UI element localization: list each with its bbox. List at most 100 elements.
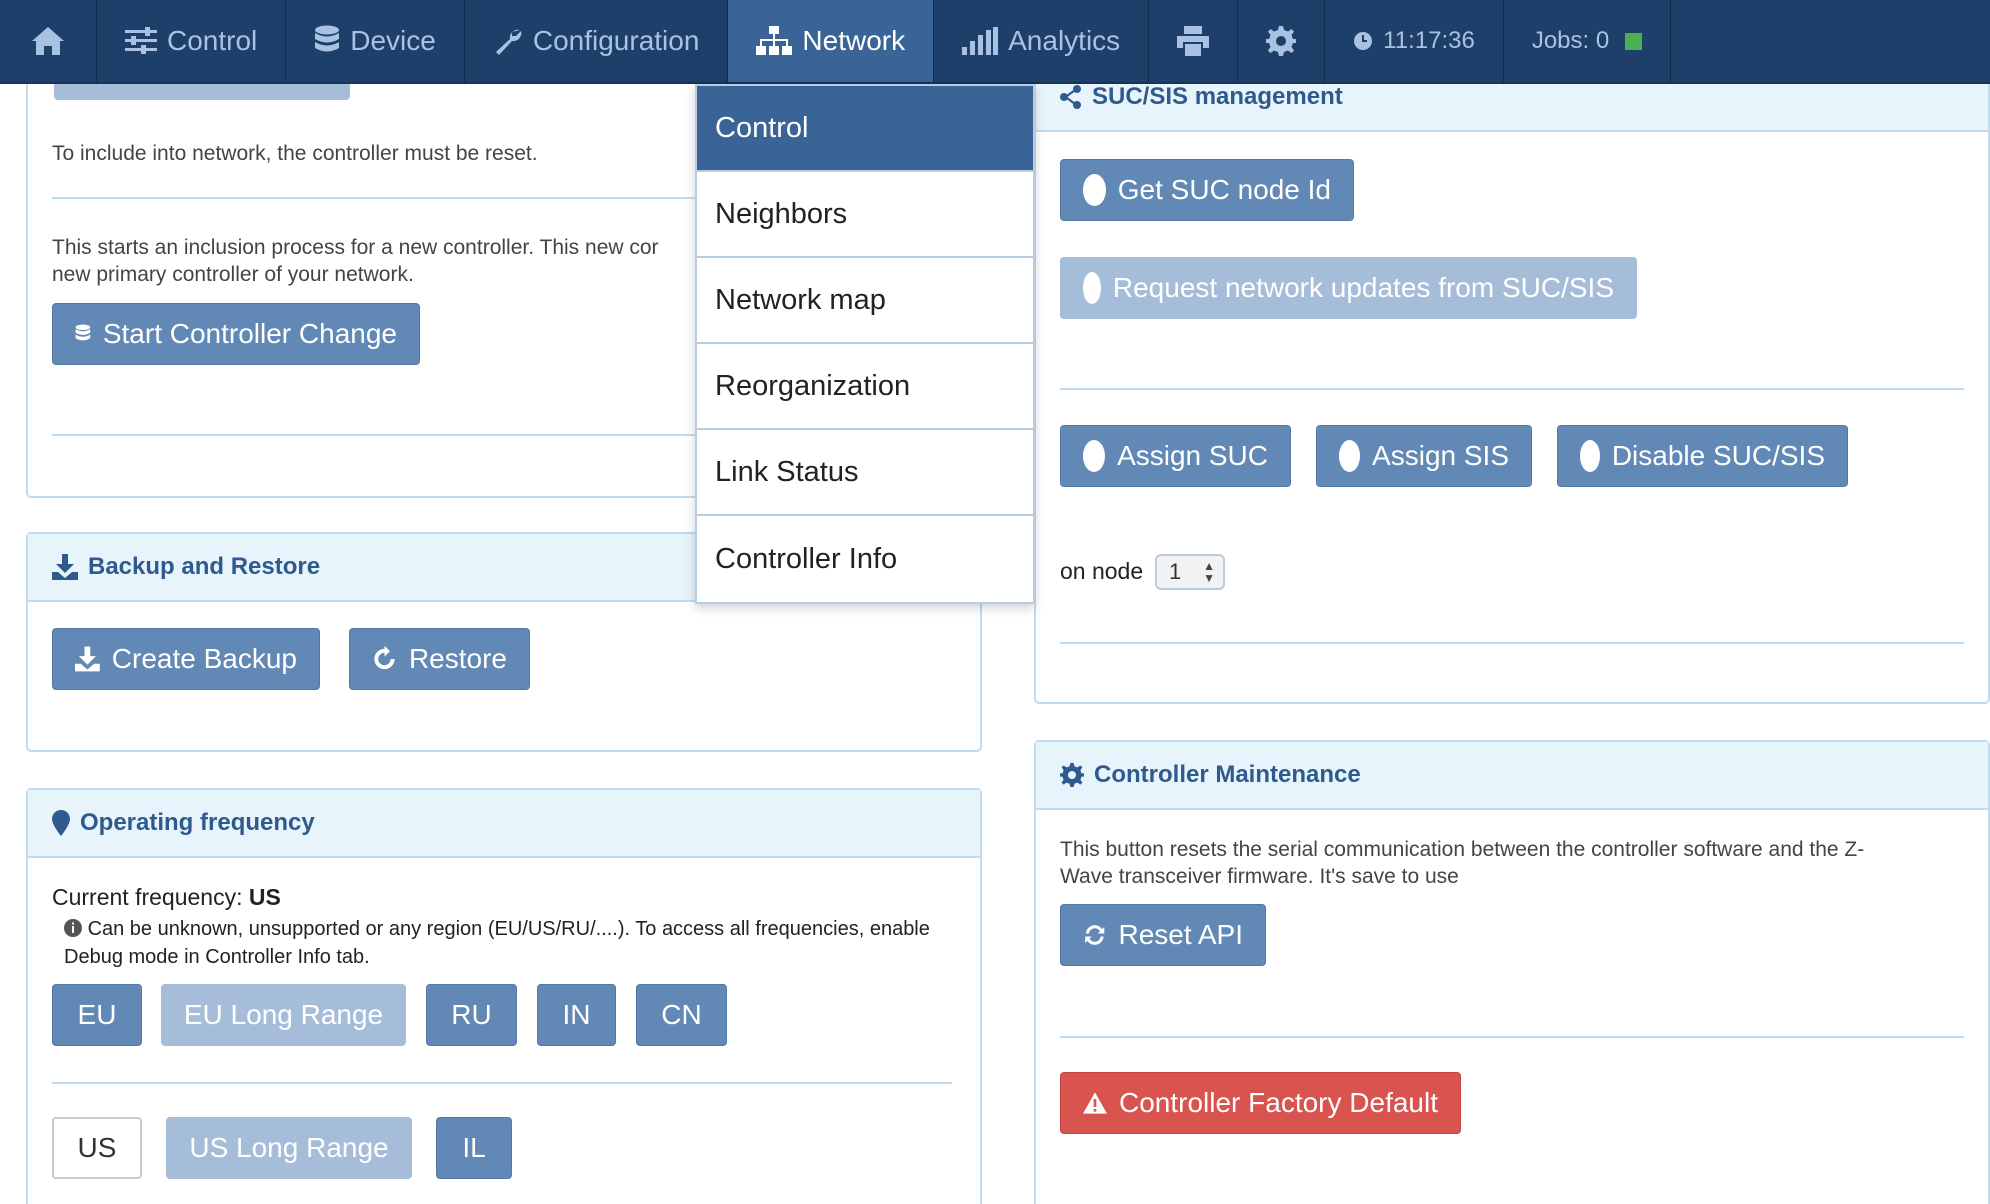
freq-us-button[interactable]: US <box>52 1117 142 1179</box>
start-controller-change-label: Start Controller Change <box>102 318 397 349</box>
nav-analytics-label: Analytics <box>1008 25 1121 56</box>
assign-sis-button[interactable]: Assign SIS <box>1316 425 1532 487</box>
circle-icon <box>1083 272 1101 304</box>
frequency-note-line2: Debug mode in Controller Info tab. <box>64 946 370 968</box>
network-dropdown-menu: Control Neighbors Network map Reorganiza… <box>695 84 1035 604</box>
divider <box>1060 1036 1964 1038</box>
divider <box>1060 388 1964 390</box>
nav-analytics[interactable]: Analytics <box>934 0 1150 82</box>
request-network-updates-button[interactable]: Request network updates from SUC/SIS <box>1060 257 1637 319</box>
restore-label: Restore <box>408 643 507 674</box>
maintenance-text-line1: This button resets the serial communicat… <box>1060 838 1865 861</box>
current-frequency: Current frequency: US <box>52 884 281 911</box>
download-icon <box>52 554 78 580</box>
current-frequency-value: US <box>248 884 281 910</box>
dropdown-item-link-status[interactable]: Link Status <box>697 430 1033 516</box>
node-select[interactable]: 1 ▲ ▼ <box>1155 554 1225 590</box>
nav-settings[interactable] <box>1238 0 1326 82</box>
freq-in-button[interactable]: IN <box>537 984 616 1046</box>
disable-suc-sis-label: Disable SUC/SIS <box>1611 440 1825 471</box>
get-suc-node-id-label: Get SUC node Id <box>1117 174 1331 205</box>
divider <box>1060 642 1964 644</box>
signal-bars-icon <box>962 27 999 55</box>
database-icon <box>315 25 340 52</box>
spinner-arrows-icon: ▲ ▼ <box>1203 559 1215 585</box>
clock-icon <box>1354 32 1373 50</box>
sliders-icon <box>125 27 157 54</box>
dropdown-item-reorganization[interactable]: Reorganization <box>697 344 1033 430</box>
controller-maintenance-heading: Controller Maintenance <box>1036 742 1988 810</box>
refresh-icon <box>374 645 395 670</box>
nav-jobs[interactable]: Jobs: 0 <box>1504 0 1672 82</box>
circle-icon <box>1083 440 1106 472</box>
nav-control[interactable]: Control <box>97 0 287 82</box>
change-text-line2: new primary controller of your network. <box>52 263 414 286</box>
nav-print[interactable] <box>1149 0 1239 82</box>
create-backup-label: Create Backup <box>111 643 297 674</box>
disable-suc-sis-button[interactable]: Disable SUC/SIS <box>1557 425 1848 487</box>
circle-icon <box>1580 440 1600 472</box>
gear-icon <box>1266 26 1297 56</box>
clock-time: 11:17:36 <box>1383 27 1475 54</box>
nav-clock: 11:17:36 <box>1325 0 1504 82</box>
printer-icon <box>1177 26 1210 56</box>
suc-sis-title: SUC/SIS management <box>1092 83 1343 110</box>
current-frequency-label: Current frequency: <box>52 884 243 910</box>
map-marker-icon <box>52 810 70 836</box>
get-suc-node-id-button[interactable]: Get SUC node Id <box>1060 159 1354 221</box>
assign-suc-label: Assign SUC <box>1117 440 1268 471</box>
divider <box>52 1082 952 1084</box>
dropdown-item-controller-info[interactable]: Controller Info <box>697 516 1033 602</box>
request-network-updates-label: Request network updates from SUC/SIS <box>1112 272 1614 303</box>
freq-us-long-range-label: US Long Range <box>189 1132 389 1163</box>
freq-cn-label: CN <box>661 999 702 1030</box>
database-icon <box>75 324 91 341</box>
freq-il-button[interactable]: IL <box>436 1117 512 1179</box>
nav-configuration[interactable]: Configuration <box>465 0 729 82</box>
restore-button[interactable]: Restore <box>349 628 530 690</box>
change-text-line1: This starts an inclusion process for a n… <box>52 236 659 259</box>
controller-factory-default-button[interactable]: Controller Factory Default <box>1060 1072 1461 1134</box>
freq-in-label: IN <box>562 999 591 1030</box>
nav-home[interactable] <box>0 0 97 82</box>
create-backup-button[interactable]: Create Backup <box>52 628 320 690</box>
freq-eu-button[interactable]: EU <box>52 984 142 1046</box>
freq-eu-long-range-button[interactable]: EU Long Range <box>161 984 406 1046</box>
freq-cn-button[interactable]: CN <box>636 984 727 1046</box>
reset-api-label: Reset API <box>1118 919 1243 950</box>
nav-configuration-label: Configuration <box>532 25 700 56</box>
circle-icon <box>1339 440 1361 472</box>
freq-eu-label: EU <box>77 999 117 1030</box>
freq-ru-button[interactable]: RU <box>426 984 517 1046</box>
assign-suc-button[interactable]: Assign SUC <box>1060 425 1291 487</box>
top-navbar: Control Device Configuration Network Ana… <box>0 0 1990 84</box>
dropdown-item-neighbors[interactable]: Neighbors <box>697 172 1033 258</box>
frequency-note: Can be unknown, unsupported or any regio… <box>64 916 930 943</box>
jobs-count: Jobs: 0 <box>1531 27 1610 54</box>
nav-network-label: Network <box>802 25 906 56</box>
freq-ru-label: RU <box>451 999 492 1030</box>
nav-device-label: Device <box>350 25 436 56</box>
download-icon <box>75 646 100 672</box>
info-icon <box>64 919 82 937</box>
freq-us-label: US <box>77 1132 117 1163</box>
freq-us-long-range-button[interactable]: US Long Range <box>166 1117 412 1179</box>
start-controller-change-button[interactable]: Start Controller Change <box>52 303 420 365</box>
gear-icon <box>1060 763 1084 787</box>
nav-network[interactable]: Network <box>728 0 935 82</box>
on-node-label: on node <box>1060 558 1144 584</box>
sitemap-icon <box>756 26 793 55</box>
warning-icon <box>1083 1092 1107 1114</box>
dropdown-item-control[interactable]: Control <box>697 86 1033 172</box>
include-text: To include into network, the controller … <box>52 142 538 165</box>
controller-factory-default-label: Controller Factory Default <box>1118 1087 1438 1118</box>
backup-restore-title: Backup and Restore <box>88 553 321 580</box>
nav-control-label: Control <box>167 25 258 56</box>
dropdown-item-network-map[interactable]: Network map <box>697 258 1033 344</box>
controller-maintenance-title: Controller Maintenance <box>1094 761 1361 788</box>
circle-icon <box>1083 174 1106 206</box>
reset-api-button[interactable]: Reset API <box>1060 904 1266 966</box>
home-icon <box>32 27 64 55</box>
nav-device[interactable]: Device <box>286 0 465 82</box>
controller-maintenance-panel: Controller Maintenance <box>1034 740 1990 1204</box>
